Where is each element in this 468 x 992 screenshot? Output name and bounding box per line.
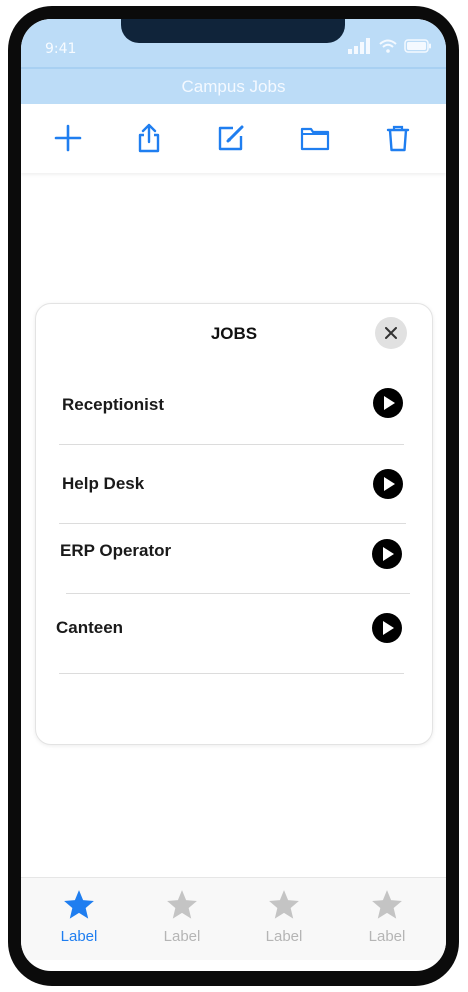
tab-3[interactable]: Label (254, 888, 314, 948)
toolbar (21, 104, 446, 173)
battery-icon (404, 39, 431, 53)
tab-2[interactable]: Label (152, 888, 212, 948)
divider (66, 593, 410, 594)
job-label-receptionist[interactable]: Receptionist (62, 395, 164, 415)
tab-label: Label (60, 928, 98, 945)
job-label-help-desk[interactable]: Help Desk (62, 474, 144, 496)
compose-button[interactable] (215, 122, 247, 154)
divider (59, 444, 404, 445)
play-icon[interactable] (373, 469, 403, 499)
wifi-icon (379, 39, 397, 53)
tab-label: Label (163, 928, 201, 945)
navigation-bar: Campus Jobs (21, 67, 446, 104)
play-icon[interactable] (373, 388, 403, 418)
screen: 9:41 Campus Jobs JOBS Receptionist Help … (21, 19, 446, 971)
tab-label: Label (368, 928, 406, 945)
status-icons (348, 38, 432, 54)
add-button[interactable] (52, 122, 84, 154)
job-label-canteen[interactable]: Canteen (56, 618, 123, 640)
card-title: JOBS (210, 324, 258, 343)
tab-label: Label (265, 928, 303, 945)
folder-icon (300, 127, 330, 151)
tab-4[interactable]: Label (357, 888, 417, 948)
close-icon (385, 327, 397, 339)
play-icon[interactable] (372, 613, 402, 643)
divider (59, 673, 404, 674)
close-button[interactable] (375, 317, 407, 349)
trash-icon (386, 125, 410, 152)
cellular-signal-icon (348, 38, 370, 54)
job-label-erp-operator[interactable]: ERP Operator (60, 541, 171, 561)
compose-icon (218, 125, 244, 151)
share-icon (138, 123, 160, 153)
tab-1[interactable]: Label (49, 888, 109, 948)
play-icon[interactable] (372, 539, 402, 569)
jobs-card: JOBS Receptionist Help Desk ERP Operator… (35, 303, 433, 745)
star-icon (372, 890, 402, 919)
folder-button[interactable] (299, 122, 331, 154)
divider (59, 523, 406, 524)
star-icon (269, 890, 299, 919)
tab-bar: Label Label Label Label (21, 877, 446, 960)
plus-icon (54, 124, 82, 152)
status-time: 9:41 (45, 41, 77, 57)
phone-notch (121, 19, 345, 43)
page-title: Campus Jobs (181, 77, 286, 96)
star-icon (64, 890, 94, 919)
share-button[interactable] (133, 122, 165, 154)
delete-button[interactable] (382, 122, 414, 154)
star-icon (167, 890, 197, 919)
